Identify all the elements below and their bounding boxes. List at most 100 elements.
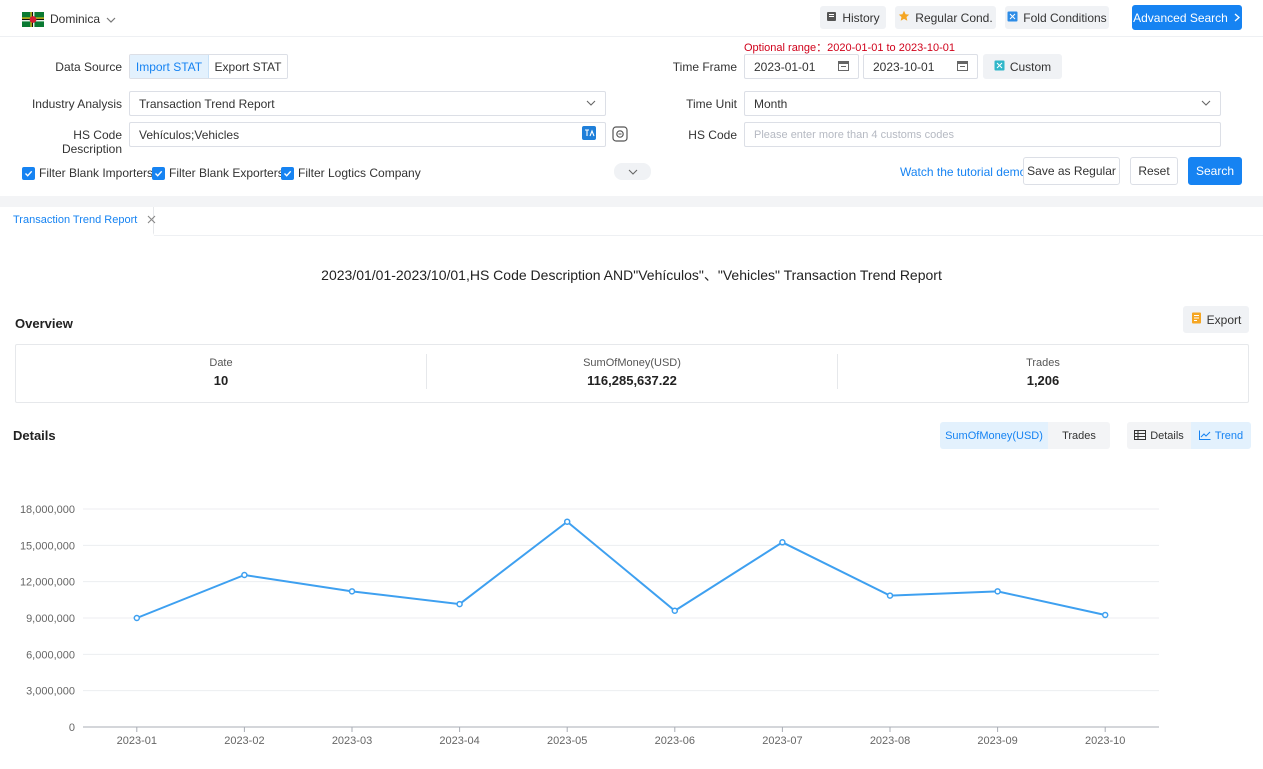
- export-button[interactable]: Export: [1183, 306, 1249, 333]
- chevron-down-icon: [586, 97, 596, 111]
- filter-logistics-checkbox[interactable]: Filter Logtics Company: [281, 166, 421, 180]
- y-tick-label: 6,000,000: [26, 649, 75, 661]
- overview-heading: Overview: [15, 316, 73, 331]
- search-button[interactable]: Search: [1188, 157, 1242, 185]
- check-icon: [152, 166, 165, 180]
- data-point: [994, 588, 1001, 595]
- view-trend-option[interactable]: Trend: [1191, 422, 1251, 449]
- dominica-flag-icon: [22, 11, 44, 27]
- y-tick-label: 3,000,000: [26, 686, 75, 698]
- tutorial-link[interactable]: Watch the tutorial demo: [900, 165, 1026, 179]
- data-point: [348, 588, 356, 595]
- x-tick-label: 2023-01: [117, 735, 157, 747]
- x-tick-label: 2023-09: [977, 735, 1017, 747]
- y-tick-label: 0: [69, 722, 75, 734]
- data-point: [133, 614, 141, 622]
- calendar-icon: [838, 60, 849, 74]
- hs-code-description-input[interactable]: Vehículos;Vehicles: [129, 122, 606, 147]
- country-selector[interactable]: Dominica: [22, 10, 116, 28]
- advanced-search-button[interactable]: Advanced Search: [1132, 5, 1242, 30]
- filter-blank-importers-checkbox[interactable]: Filter Blank Importers: [22, 166, 153, 180]
- data-point: [671, 607, 679, 614]
- report-title: 2023/01/01-2023/10/01,HS Code Descriptio…: [321, 267, 942, 283]
- header-divider: [0, 36, 1263, 37]
- star-icon: [898, 10, 910, 25]
- data-source-label: Data Source: [55, 60, 122, 74]
- time-unit-label: Time Unit: [686, 97, 737, 111]
- fold-icon: [1007, 11, 1018, 25]
- metric-trades-option[interactable]: Trades: [1048, 422, 1110, 449]
- start-date-input[interactable]: 2023-01-01: [744, 54, 859, 79]
- x-tick-label: 2023-03: [332, 735, 372, 747]
- time-frame-label: Time Frame: [672, 60, 737, 74]
- y-tick-label: 15,000,000: [20, 540, 75, 552]
- hs-code-description-label: HS Code Description: [61, 128, 122, 156]
- data-point: [886, 592, 894, 599]
- chevron-down-icon: [106, 14, 116, 24]
- stat-label: SumOfMoney(USD): [583, 357, 681, 369]
- trend-chart: 0 3,000,000 6,000,000 9,000,000 12,000,000 15…: [20, 504, 1159, 747]
- tab-label: Transaction Trend Report: [13, 214, 138, 226]
- metric-sum-of-money-option[interactable]: SumOfMoney(USD): [940, 422, 1048, 449]
- filter-panel: Dominica History Regular Cond. Fold Cond…: [0, 0, 1263, 196]
- stat-label: Date: [209, 357, 233, 369]
- y-tick-label: 9,000,000: [26, 613, 75, 625]
- x-tick-label: 2023-02: [224, 735, 264, 747]
- stat-value: 1,206: [1026, 373, 1060, 388]
- close-icon[interactable]: [147, 213, 156, 227]
- custom-range-button[interactable]: Custom: [983, 54, 1062, 79]
- stat-label: Trades: [1026, 357, 1060, 369]
- stat-date: Date 10: [16, 357, 426, 388]
- import-stat-option[interactable]: Import STAT: [130, 55, 209, 78]
- data-point: [456, 600, 463, 608]
- x-tick-label: 2023-07: [762, 735, 802, 747]
- report-tab[interactable]: Transaction Trend Report: [0, 207, 156, 235]
- stat-trades: Trades 1,206: [838, 357, 1248, 388]
- fold-conditions-button[interactable]: Fold Conditions: [1005, 6, 1109, 29]
- check-icon: [281, 166, 294, 180]
- hs-code-input[interactable]: Please enter more than 4 customs codes: [744, 122, 1221, 147]
- view-toggle: Details Trend: [1127, 422, 1251, 449]
- x-tick-label: 2023-06: [655, 735, 695, 747]
- save-as-regular-button[interactable]: Save as Regular: [1023, 157, 1120, 185]
- line-chart-icon: [1198, 429, 1211, 443]
- history-icon: [826, 11, 837, 25]
- history-button[interactable]: History: [820, 6, 886, 29]
- x-tick-label: 2023-05: [547, 735, 587, 747]
- country-name: Dominica: [50, 12, 101, 26]
- hs-lookup-icon[interactable]: [612, 126, 628, 142]
- chevron-down-icon: [628, 165, 638, 179]
- stat-value: 116,285,637.22: [587, 373, 677, 388]
- y-tick-label: 18,000,000: [20, 504, 75, 516]
- data-point: [241, 571, 248, 579]
- data-source-toggle: Import STAT Export STAT: [129, 54, 288, 79]
- details-heading: Details: [13, 428, 56, 443]
- data-point: [1101, 611, 1109, 619]
- expand-filters-button[interactable]: [614, 163, 651, 180]
- x-tick-label: 2023-08: [870, 735, 910, 747]
- time-unit-select[interactable]: Month: [744, 91, 1221, 116]
- translate-icon[interactable]: [582, 126, 596, 143]
- data-point: [779, 539, 786, 546]
- series-line: [136, 520, 1106, 619]
- check-icon: [22, 166, 35, 180]
- industry-analysis-select[interactable]: Transaction Trend Report: [129, 91, 606, 116]
- stat-sum-of-money: SumOfMoney(USD) 116,285,637.22: [427, 357, 837, 388]
- export-stat-option[interactable]: Export STAT: [209, 55, 287, 78]
- data-point: [563, 518, 571, 525]
- industry-analysis-label: Industry Analysis: [31, 97, 122, 111]
- end-date-input[interactable]: 2023-10-01: [863, 54, 978, 79]
- tab-bar-divider: [154, 235, 1263, 236]
- chevron-down-icon: [1201, 97, 1211, 111]
- custom-icon: [994, 60, 1005, 74]
- report-panel: Transaction Trend Report 2023/01/01-2023…: [0, 207, 1263, 769]
- chevron-right-icon: [1233, 11, 1241, 25]
- table-icon: [1134, 429, 1147, 443]
- reset-button[interactable]: Reset: [1130, 157, 1178, 185]
- x-tick-label: 2023-04: [439, 735, 479, 747]
- filter-blank-exporters-checkbox[interactable]: Filter Blank Exporters: [152, 166, 284, 180]
- view-details-option[interactable]: Details: [1127, 422, 1191, 449]
- y-tick-label: 12,000,000: [20, 577, 75, 589]
- optional-range-notice: Optional range：2020-01-01 to 2023-10-01: [744, 42, 955, 54]
- regular-cond-button[interactable]: Regular Cond.: [895, 6, 996, 29]
